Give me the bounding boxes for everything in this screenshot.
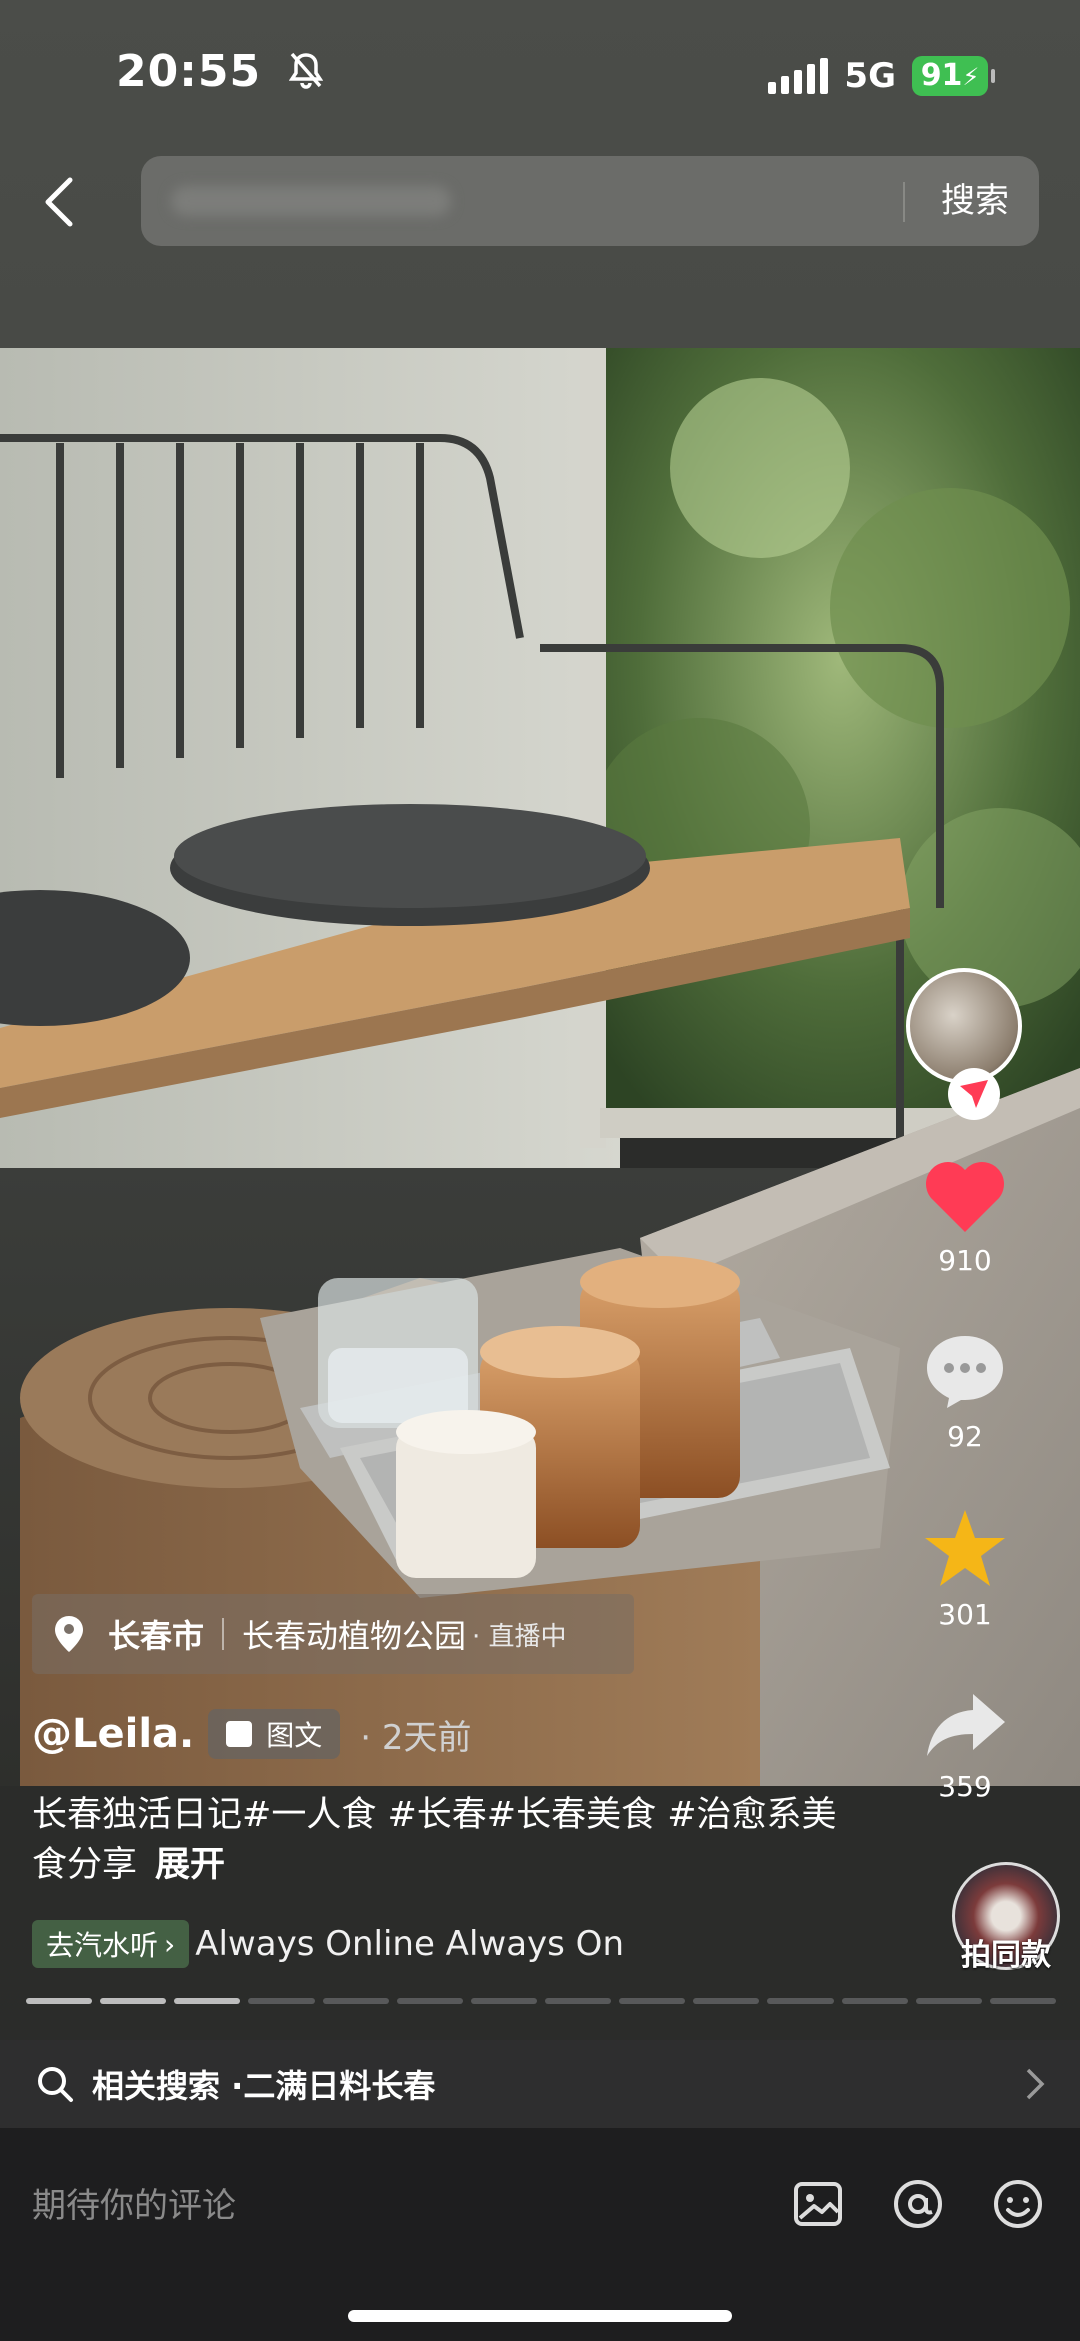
progress-segment [248,1998,315,2004]
progress-segment [26,1998,93,2004]
listen-music-button[interactable]: 去汽水听 › [32,1920,190,1968]
top-bar: 20:55 5G 91⚡ 搜索 [0,0,1080,348]
like-button[interactable]: 910 [900,1158,1030,1277]
share-button[interactable]: 359 [900,1690,1030,1803]
heart-icon [925,1161,1005,1232]
progress-segment [619,1998,686,2004]
smiley-icon [994,2180,1042,2228]
progress-segment [322,1998,389,2004]
progress-segment [396,1998,463,2004]
status-indicators: 5G 91⚡ [768,52,995,100]
progress-segment [544,1998,612,2004]
progress-segment [915,1998,982,2004]
follow-badge[interactable] [948,1068,1000,1120]
search-divider [903,182,905,222]
share-arrow-icon [927,1694,1005,1756]
favorite-button[interactable]: 301 [900,1508,1030,1631]
location-city: 长春市 [108,1617,205,1655]
related-search-bar[interactable]: 相关搜索 · 二满日料长春 [0,2040,1080,2128]
post-type-label: 图文 [266,1719,323,1752]
at-icon [894,2180,942,2228]
image-icon [794,2182,842,2226]
related-prefix: 相关搜索 · [92,2067,244,2105]
location-place: 长春动植物公园 [242,1617,467,1655]
mention-button[interactable] [890,2176,946,2232]
location-pin-icon [55,1616,83,1652]
favorite-count: 301 [938,1598,992,1631]
share-count: 359 [938,1770,992,1803]
search-button[interactable]: 搜索 [941,156,1009,246]
progress-segment [470,1998,537,2004]
progress-segment [693,1998,760,2004]
post-description: 长春独活日记#一人食 #长春#长春美食 #治愈系美食分享 展开 [32,1790,852,1890]
mute-bell-icon [289,49,324,100]
network-type: 5G [844,56,896,96]
emoji-button[interactable] [990,2176,1046,2232]
related-query: 二满日料长春 [243,2067,436,2105]
image-picker-button[interactable] [790,2176,846,2232]
progress-segment [100,1998,167,2004]
location-chip[interactable]: 长春市 长春动植物公园 · 直播中 [32,1594,634,1674]
location-divider [222,1618,225,1650]
like-count: 910 [938,1244,992,1277]
image-progress-indicator [26,1998,1056,2004]
chevron-right-icon [1026,2068,1045,2100]
author-avatar[interactable] [906,968,1022,1084]
same-style-button[interactable]: 拍同款 [950,1862,1062,1974]
battery-level: 91 [920,58,963,93]
home-indicator [348,2310,732,2322]
image-text-icon [226,1721,253,1747]
comment-count: 92 [947,1420,983,1453]
search-placeholder-blur [171,186,451,216]
progress-segment [767,1998,834,2004]
star-icon [925,1510,1005,1586]
post-type-chip: 图文 [208,1709,341,1759]
live-status: · 直播中 [472,1621,567,1652]
battery-icon: 91⚡ [912,56,995,96]
music-title[interactable]: Always Online Always Online [195,1924,627,1964]
comment-input[interactable]: 期待你的评论 [32,2178,236,2227]
search-icon [38,2067,73,2102]
author-name[interactable]: @Leila. [32,1711,194,1757]
progress-segment [989,1998,1056,2004]
chevron-right-icon: › [164,1927,176,1961]
description-text: 长春独活日记#一人食 #长春#长春美食 #治愈系美食分享 [32,1795,837,1885]
comment-bar: 期待你的评论 [0,2128,1080,2341]
progress-segment [841,1998,908,2004]
paper-plane-icon [960,1080,988,1108]
back-button[interactable] [36,170,84,234]
search-input[interactable]: 搜索 [141,156,1039,246]
progress-segment [174,1998,241,2004]
chevron-left-icon [45,177,73,227]
music-row: 去汽水听› Always Online Always Online [32,1918,627,1970]
listen-music-label: 去汽水听 [46,1929,159,1962]
comment-button[interactable]: 92 [900,1332,1030,1453]
post-date: · 2天前 [360,1717,472,1758]
comment-bubble-icon [927,1336,1003,1408]
expand-link[interactable]: 展开 [155,1845,225,1885]
status-time: 20:55 [116,46,324,100]
author-row: @Leila. 图文 · 2天前 [32,1706,472,1762]
signal-icon [768,58,829,94]
clock-text: 20:55 [116,46,262,97]
same-style-label: 拍同款 [961,1938,1051,1973]
